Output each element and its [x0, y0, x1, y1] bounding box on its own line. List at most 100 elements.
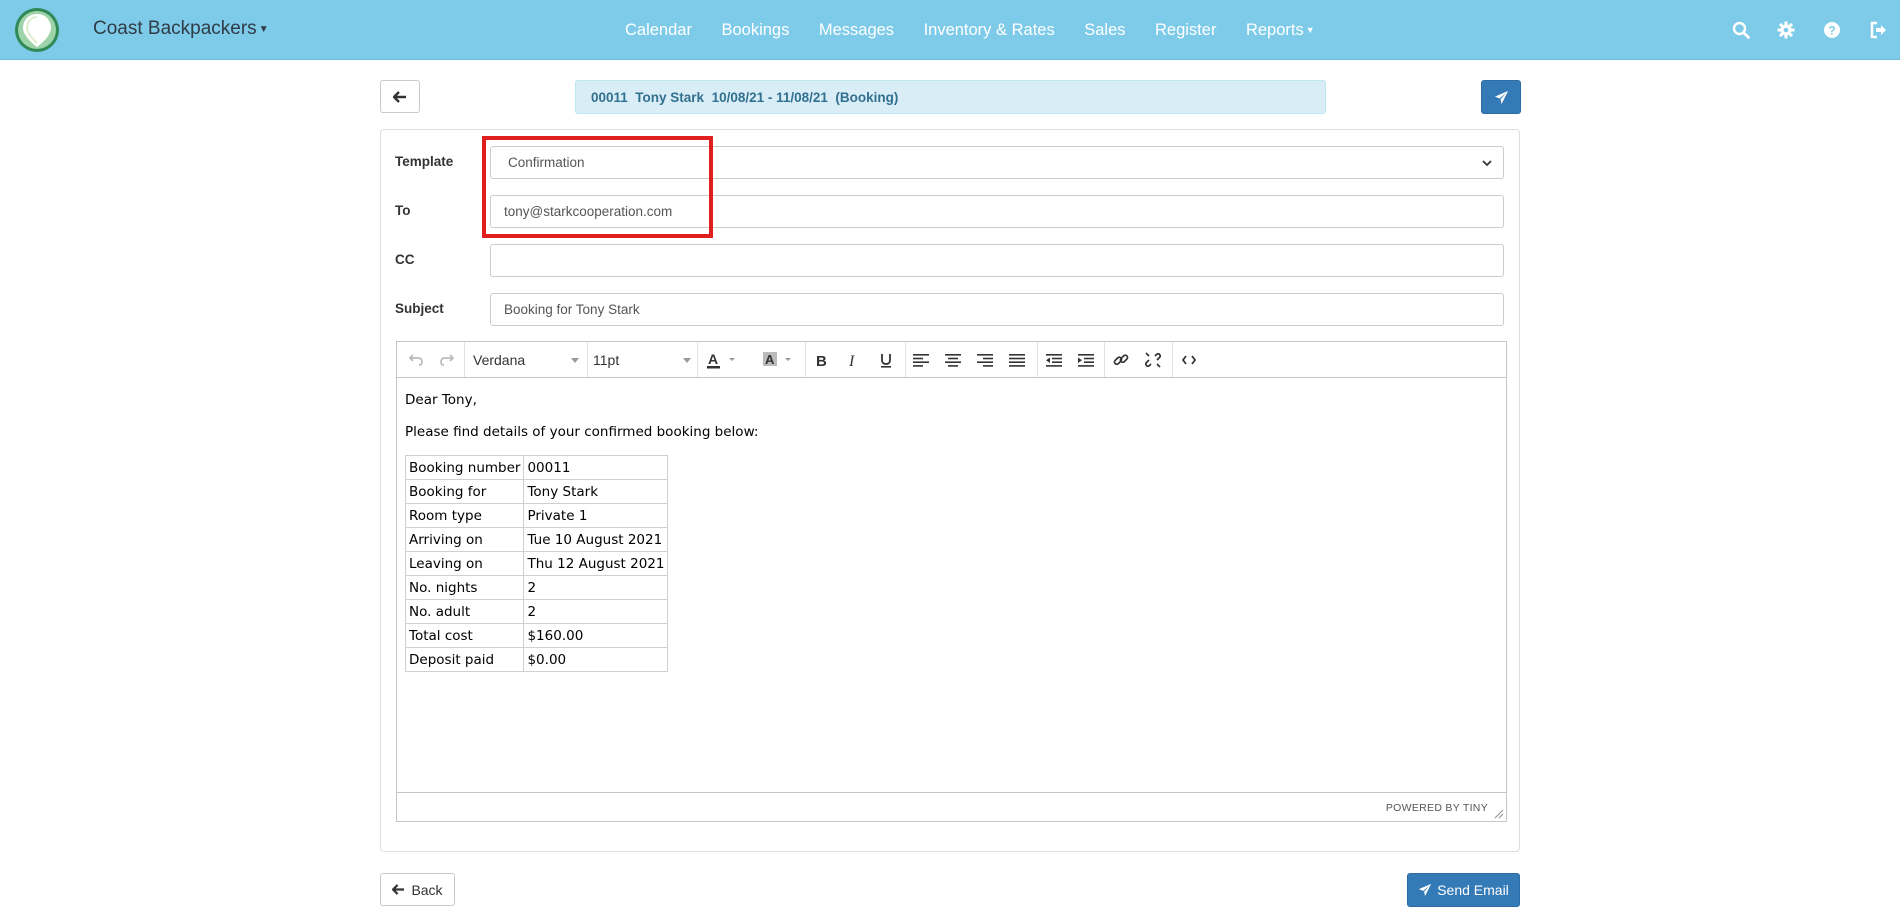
cc-field[interactable]	[490, 244, 1504, 277]
unlink-icon[interactable]	[1142, 348, 1164, 372]
template-selected-value: Confirmation	[508, 155, 585, 170]
table-row: No. nights 2	[404, 575, 669, 600]
indent-icon[interactable]	[1075, 348, 1097, 372]
cc-label: CC	[395, 252, 415, 267]
powered-by-label[interactable]: POWERED BY TINY	[1386, 802, 1488, 814]
app-logo[interactable]	[14, 7, 60, 53]
row-value: 2	[523, 599, 669, 624]
nav-bookings[interactable]: Bookings	[721, 21, 789, 40]
property-switcher[interactable]: Coast Backpackers ▼	[93, 18, 269, 40]
editor-content[interactable]: Dear Tony, Please find details of your c…	[397, 379, 1506, 793]
svg-text:?: ?	[1828, 24, 1835, 38]
booking-summary-banner: 00011 Tony Stark 10/08/21 - 11/08/21 (Bo…	[575, 80, 1326, 114]
row-label: Arriving on	[404, 527, 525, 552]
row-label: Room type	[404, 503, 525, 528]
table-row: Leaving on Thu 12 August 2021	[404, 551, 669, 576]
row-label: Leaving on	[404, 551, 525, 576]
row-value: $160.00	[523, 623, 669, 648]
nav-messages[interactable]: Messages	[819, 21, 894, 40]
search-icon[interactable]	[1730, 19, 1752, 41]
send-icon-button[interactable]	[1481, 80, 1521, 114]
row-value: 00011	[523, 455, 669, 480]
undo-icon[interactable]	[405, 348, 427, 372]
underline-icon[interactable]	[875, 348, 897, 372]
caret-down-icon: ▼	[1305, 24, 1315, 35]
caret-down-icon: ▼	[258, 24, 269, 35]
help-icon[interactable]: ?	[1821, 19, 1843, 41]
row-value: Thu 12 August 2021	[523, 551, 669, 576]
editor-statusbar: POWERED BY TINY	[397, 792, 1506, 821]
table-row: No. adult 2	[404, 599, 669, 624]
back-button-label: Back	[411, 881, 443, 898]
text-color-icon[interactable]: A	[705, 348, 739, 372]
table-row: Booking for Tony Stark	[404, 479, 669, 504]
to-field-value: tony@starkcooperation.com	[504, 204, 673, 219]
align-left-icon[interactable]	[910, 348, 932, 372]
row-label: Booking number	[404, 455, 525, 480]
top-navbar: Coast Backpackers ▼ Calendar Bookings Mes…	[0, 0, 1900, 60]
nav-sales[interactable]: Sales	[1084, 21, 1125, 40]
outdent-icon[interactable]	[1043, 348, 1065, 372]
svg-text:I: I	[848, 353, 855, 367]
nav-reports-label: Reports	[1245, 20, 1304, 39]
nav-reports[interactable]: Reports ▼	[1246, 21, 1315, 40]
main-nav: Calendar Bookings Messages Inventory & R…	[625, 0, 1344, 60]
italic-icon[interactable]: I	[843, 348, 865, 372]
link-icon[interactable]	[1110, 348, 1132, 372]
align-justify-icon[interactable]	[1006, 348, 1028, 372]
table-row: Room type Private 1	[404, 503, 669, 528]
subject-label: Subject	[395, 301, 444, 316]
paper-plane-icon	[1419, 883, 1432, 897]
caret-down-icon	[571, 358, 579, 363]
to-label: To	[395, 203, 411, 218]
row-label: No. adult	[404, 599, 525, 624]
align-center-icon[interactable]	[942, 348, 964, 372]
row-value: Tony Stark	[523, 479, 669, 504]
table-row: Arriving on Tue 10 August 2021	[404, 527, 669, 552]
nav-calendar[interactable]: Calendar	[625, 21, 692, 40]
svg-text:A: A	[708, 351, 718, 367]
logout-icon[interactable]	[1867, 19, 1889, 41]
svg-text:A: A	[765, 352, 775, 367]
row-label: Booking for	[404, 479, 525, 504]
template-label: Template	[395, 154, 454, 169]
bold-icon[interactable]: B	[811, 348, 833, 372]
email-greeting: Dear Tony,	[405, 392, 477, 408]
source-code-icon[interactable]	[1178, 348, 1200, 372]
table-row: Total cost $160.00	[404, 623, 669, 648]
row-label: Total cost	[404, 623, 525, 648]
row-value: Private 1	[523, 503, 669, 528]
nav-inventory-rates[interactable]: Inventory & Rates	[924, 21, 1055, 40]
arrow-left-icon	[392, 884, 405, 895]
booking-summary-text: 00011 Tony Stark 10/08/21 - 11/08/21 (Bo…	[591, 89, 899, 105]
row-value: Tue 10 August 2021	[523, 527, 669, 552]
template-select[interactable]: Confirmation	[490, 146, 1504, 179]
table-row: Deposit paid $0.00	[404, 647, 669, 672]
font-family-value: Verdana	[473, 352, 526, 368]
resize-handle-icon[interactable]	[1494, 809, 1504, 819]
redo-icon[interactable]	[436, 348, 458, 372]
background-color-icon[interactable]: A	[761, 348, 795, 372]
back-button[interactable]: Back	[380, 873, 455, 906]
svg-text:B: B	[816, 353, 827, 367]
subject-field-value: Booking for Tony Stark	[504, 302, 640, 317]
rich-text-editor: Verdana 11pt A A B I Dear Tony, Please f…	[396, 341, 1507, 822]
back-arrow-button[interactable]	[380, 80, 420, 113]
table-row: Booking number 00011	[404, 455, 669, 480]
to-field[interactable]: tony@starkcooperation.com	[490, 195, 1504, 228]
row-value: 2	[523, 575, 669, 600]
brand-label: Coast Backpackers	[93, 18, 257, 39]
font-family-select[interactable]: Verdana	[473, 348, 579, 372]
send-email-button[interactable]: Send Email	[1407, 873, 1520, 907]
gear-icon[interactable]	[1775, 19, 1797, 41]
send-email-label: Send Email	[1437, 882, 1509, 898]
subject-field[interactable]: Booking for Tony Stark	[490, 293, 1504, 326]
chevron-down-icon	[1482, 160, 1492, 167]
nav-register[interactable]: Register	[1155, 21, 1216, 40]
align-right-icon[interactable]	[974, 348, 996, 372]
paper-plane-icon	[1494, 90, 1508, 104]
row-value: $0.00	[523, 647, 669, 672]
row-label: Deposit paid	[404, 647, 525, 672]
email-intro: Please find details of your confirmed bo…	[405, 424, 759, 440]
font-size-select[interactable]: 11pt	[593, 348, 691, 372]
